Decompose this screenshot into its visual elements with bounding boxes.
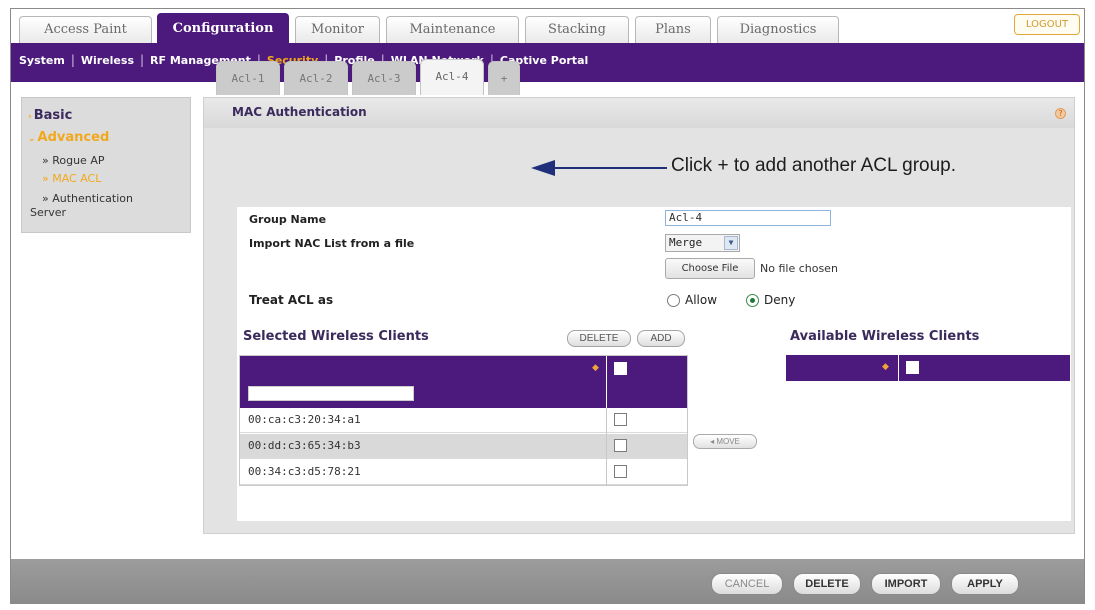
tab-stacking[interactable]: Stacking [525, 16, 629, 43]
group-name-label: Group Name [249, 213, 327, 226]
file-status-text: No file chosen [760, 262, 838, 275]
column-divider [606, 382, 607, 408]
import-button[interactable]: IMPORT [871, 573, 941, 595]
deny-radio[interactable] [746, 294, 759, 307]
mac-address: 00:34:c3:d5:78:21 [248, 465, 361, 478]
selected-clients-title: Selected Wireless Clients [243, 329, 429, 344]
table-row[interactable]: 00:34:c3:d5:78:21 [240, 460, 687, 485]
column-divider [606, 356, 607, 382]
footer-bar: CANCEL DELETE IMPORT APPLY [11, 559, 1084, 603]
panel-title: MAC Authentication [232, 105, 367, 119]
tab-acl-3[interactable]: Acl-3 [352, 61, 416, 95]
allow-radio[interactable] [667, 294, 680, 307]
top-tab-bar: Access Paint Configuration Monitor Maint… [11, 9, 1084, 43]
sidebar-item-rogue-ap[interactable]: » Rogue AP [42, 154, 104, 167]
deny-label: Deny [764, 293, 796, 307]
logout-button[interactable]: LOGOUT [1014, 14, 1080, 35]
tab-monitor[interactable]: Monitor [295, 16, 380, 43]
sidebar-item-label: Basic [33, 108, 73, 123]
annotation-text: Click + to add another ACL group. [671, 155, 956, 176]
sidebar-item-mac-acl[interactable]: » MAC ACL [42, 172, 101, 185]
sidebar-item-authentication-server-line2[interactable]: Server [30, 206, 66, 219]
help-icon[interactable]: ? [1055, 108, 1066, 119]
mac-address: 00:dd:c3:65:34:b3 [248, 439, 361, 452]
group-name-input[interactable]: Acl-4 [665, 210, 831, 226]
available-clients-table-header: ◆ [786, 355, 1070, 381]
tab-access-point[interactable]: Access Paint [19, 16, 152, 43]
panel-header: MAC Authentication ? [204, 98, 1074, 128]
cancel-button[interactable]: CANCEL [711, 573, 783, 595]
table-header-row: ◆ [240, 356, 687, 382]
sub-navigation: System|Wireless|RF Management|Security|P… [11, 43, 1084, 79]
apply-button[interactable]: APPLY [951, 573, 1019, 595]
tab-acl-1[interactable]: Acl-1 [216, 61, 280, 95]
select-all-checkbox[interactable] [906, 361, 919, 374]
allow-label: Allow [685, 293, 718, 307]
tab-acl-2[interactable]: Acl-2 [284, 61, 348, 95]
sidebar-item-authentication-server[interactable]: » Authentication [42, 192, 133, 205]
sidebar-item-label: Advanced [37, 130, 110, 145]
table-row[interactable]: 00:ca:c3:20:34:a1 [240, 408, 687, 433]
available-clients-title: Available Wireless Clients [790, 329, 980, 344]
treat-acl-label: Treat ACL as [249, 293, 334, 307]
select-all-checkbox[interactable] [614, 362, 627, 375]
tab-diagnostics[interactable]: Diagnostics [717, 16, 839, 43]
column-divider [898, 355, 899, 381]
column-divider [606, 408, 607, 486]
import-mode-select[interactable]: Merge ▼ [665, 234, 740, 252]
add-client-button[interactable]: ADD [637, 330, 685, 347]
subnav-wireless[interactable]: Wireless [81, 46, 134, 76]
chevron-right-icon: › [28, 112, 32, 122]
tab-plans[interactable]: Plans [635, 16, 711, 43]
import-mode-value: Merge [669, 236, 703, 249]
sort-icon[interactable]: ◆ [592, 363, 599, 373]
table-filter-row [240, 382, 687, 408]
row-checkbox[interactable] [614, 465, 627, 478]
tab-acl-4[interactable]: Acl-4 [420, 59, 484, 95]
sidebar-item-basic[interactable]: › Basic [28, 108, 72, 123]
chevron-down-icon: ⌄ [28, 134, 36, 144]
row-checkbox[interactable] [614, 413, 627, 426]
move-button[interactable]: ◂ MOVE [693, 434, 757, 449]
delete-button[interactable]: DELETE [793, 573, 861, 595]
sidebar-item-advanced[interactable]: ⌄ Advanced [28, 130, 109, 145]
filter-input[interactable] [248, 386, 414, 401]
selected-clients-table: ◆ 00:ca:c3:20:34:a1 00:dd:c3:65:34:b3 00… [239, 355, 688, 486]
table-row[interactable]: 00:dd:c3:65:34:b3 [240, 434, 687, 459]
annotation-arrow-icon [531, 160, 667, 176]
nav-underline [11, 79, 1084, 82]
sort-icon[interactable]: ◆ [882, 362, 889, 372]
subnav-separator: | [140, 53, 145, 67]
chevron-down-icon: ▼ [724, 236, 738, 250]
add-acl-tab-button[interactable]: + [488, 61, 520, 95]
import-list-label: Import NAC List from a file [249, 237, 415, 250]
app-frame: Access Paint Configuration Monitor Maint… [10, 8, 1085, 604]
mac-address: 00:ca:c3:20:34:a1 [248, 413, 361, 426]
subnav-system[interactable]: System [19, 46, 65, 76]
choose-file-button[interactable]: Choose File [665, 258, 755, 279]
sidebar: › Basic ⌄ Advanced » Rogue AP » MAC ACL » … [21, 97, 191, 233]
row-checkbox[interactable] [614, 439, 627, 452]
tab-configuration[interactable]: Configuration [157, 13, 289, 43]
subnav-separator: | [70, 53, 75, 67]
tab-maintenance[interactable]: Maintenance [386, 16, 519, 43]
delete-client-button[interactable]: DELETE [567, 330, 631, 347]
